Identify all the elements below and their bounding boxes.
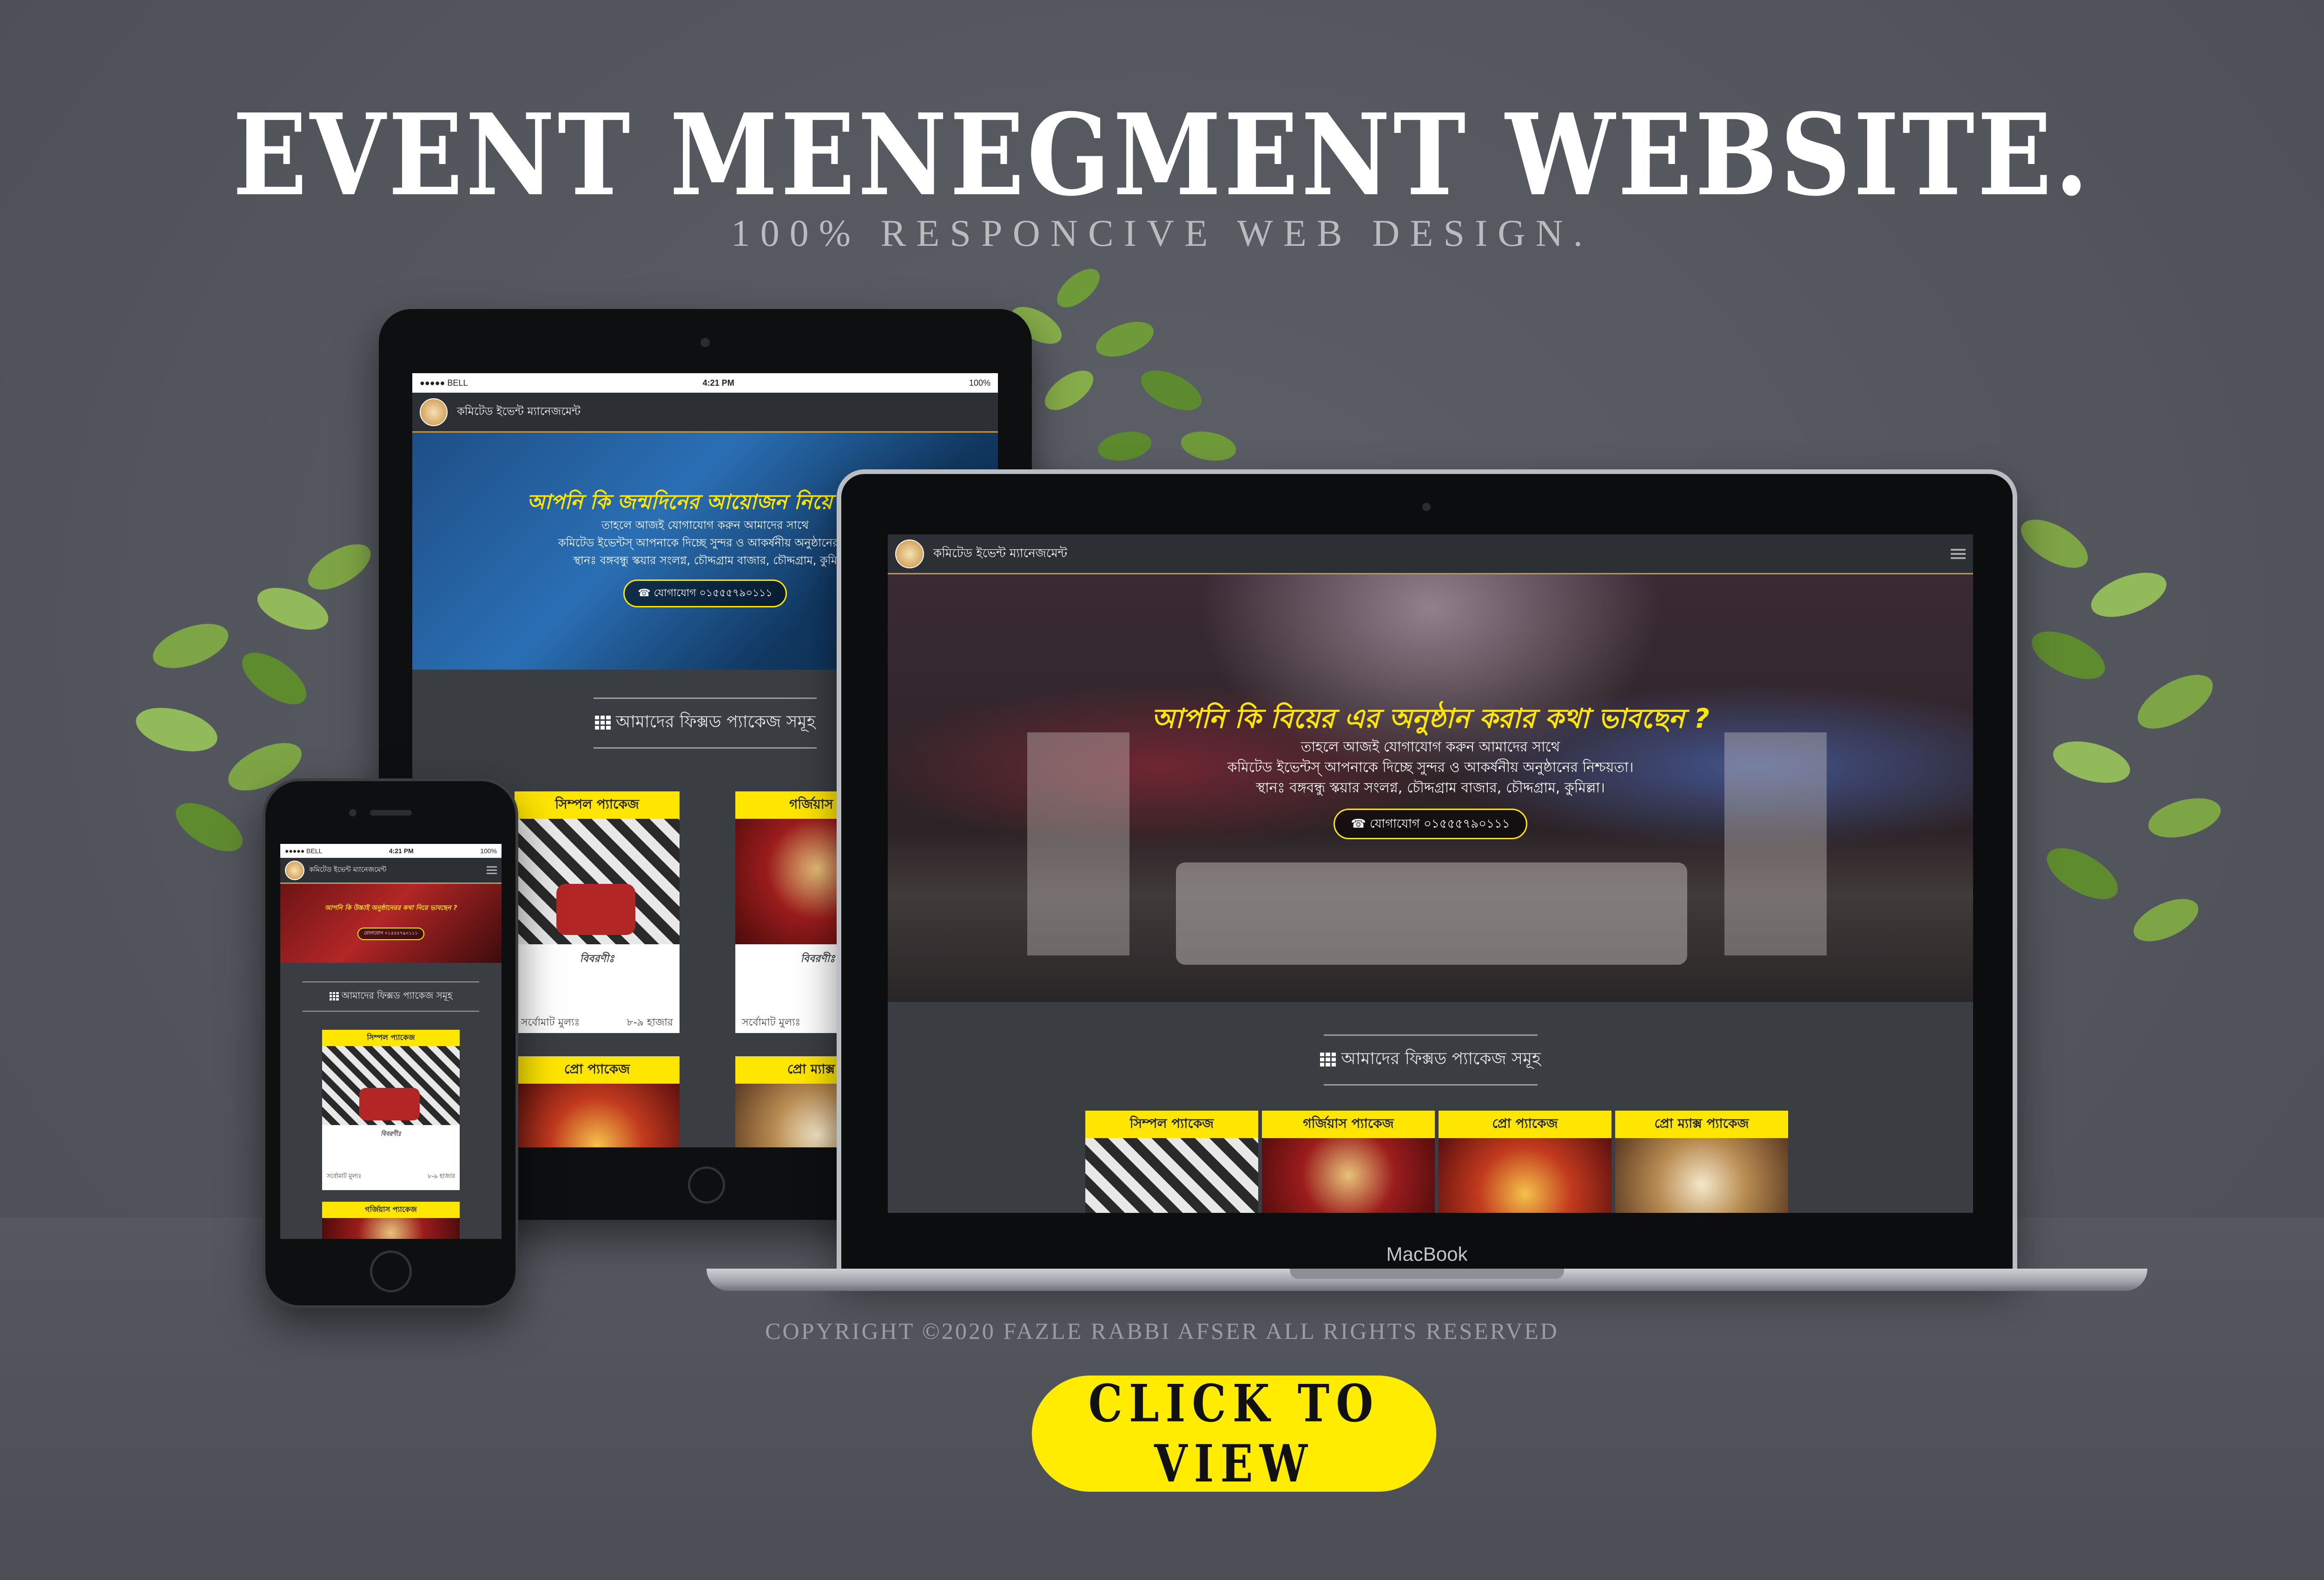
tablet-navbar: কমিটেড ইভেন্ট ম্যানেজমেন্ট (412, 393, 998, 433)
package-card-simple[interactable]: সিম্পল প্যাকেজ বিবরণীঃ সর্বোমাট মুল্যঃ ৮… (322, 1030, 460, 1190)
tablet-carrier: ●●●●● BELL (420, 378, 468, 388)
brand-name[interactable]: কমিটেড ইভেন্ট ম্যানেজমেন্ট (933, 544, 1067, 564)
package-title: সিম্পল প্যাকেজ (1085, 1111, 1258, 1138)
divider-line (1323, 1084, 1538, 1086)
phone-home-button (370, 1251, 412, 1292)
package-image (1439, 1138, 1611, 1213)
package-title: প্রো প্যাকেজ (1439, 1111, 1611, 1138)
tablet-battery: 100% (969, 378, 990, 388)
package-card-simple[interactable]: সিম্পল প্যাকেজ (1085, 1111, 1258, 1213)
package-image (1615, 1138, 1788, 1213)
section-title: আমাদের ফিক্সড প্যাকেজ সমূহ (280, 981, 502, 1012)
price-value: ৮-৯ হাজার (627, 1017, 673, 1028)
tablet-status-bar: ●●●●● BELL 4:21 PM 100% (412, 373, 998, 393)
package-body-label: বিবরণীঃ (381, 1131, 401, 1138)
divider-line (303, 981, 479, 982)
divider-line (1323, 1034, 1538, 1036)
divider-line (594, 698, 817, 699)
section-title-text: আমাদের ফিক্সড প্যাকেজ সমূহ (616, 712, 816, 731)
package-image (515, 819, 680, 944)
hero-line-1: তাহলে আজই যোগাযোগ করুন আমাদের সাথে (1301, 739, 1560, 755)
hero-contact-button[interactable]: যোগাযোগ ০১৫৫৫৭৯০১১১ (357, 928, 424, 940)
price-label: সর্বোমাট মুল্যঃ (327, 1173, 362, 1180)
package-title: গর্জিয়াস প্যাকেজ (1262, 1111, 1435, 1138)
package-image (322, 1218, 460, 1239)
package-title: প্রো প্যাকেজ (515, 1056, 680, 1084)
laptop-brand-label: MacBook (1386, 1243, 1468, 1265)
grid-icon (1320, 1053, 1336, 1066)
hero-contact-label: যোগাযোগ ০১৫৫৫৭৯০১১১ (1370, 817, 1510, 831)
price-label: সর্বোমাট মুল্যঃ (521, 1017, 580, 1028)
package-title: সিম্পল প্যাকেজ (515, 791, 680, 819)
phone-navbar: কমিটেড ইভেন্ট ম্যানেজমেন্ট (280, 858, 502, 884)
page-headline: EVENT MENEGMENT WEBSITE. (232, 89, 2092, 221)
hero-contact-button[interactable]: ☎ যোগাযোগ ০১৫৫৫৭৯০১১১ (623, 579, 787, 607)
laptop-screen: কমিটেড ইভেন্ট ম্যানেজমেন্ট আপনি কি বিয়ে… (888, 534, 1973, 1213)
hero-line-3: স্থানঃ বঙ্গবন্ধু স্কয়ার সংলগ্ন, চৌদ্দগ্… (1256, 780, 1605, 796)
package-card-pro[interactable]: প্রো প্যাকেজ (1439, 1111, 1611, 1213)
phone-status-bar: ●●●●● BELL 4:21 PM 100% (280, 844, 502, 858)
grid-icon (329, 992, 339, 1001)
hero-contact-label: যোগাযোগ ০১৫৫৫৭৯০১১১ (364, 931, 418, 936)
page-subheadline: 100% RESPONCIVE WEB DESIGN. (731, 212, 1593, 254)
phone-screen: ●●●●● BELL 4:21 PM 100% কমিটেড ইভেন্ট ম্… (280, 844, 502, 1239)
laptop-navbar: কমিটেড ইভেন্ট ম্যানেজমেন্ট (888, 534, 1973, 574)
tablet-home-button (688, 1166, 725, 1204)
package-card-pro-max[interactable]: প্রো ম্যাক্স প্যাকেজ (1615, 1111, 1788, 1213)
laptop-notch (1290, 1269, 1564, 1279)
package-image (322, 1046, 460, 1125)
phone-speaker (370, 810, 412, 816)
phone-carrier: ●●●●● BELL (285, 847, 323, 855)
laptop-camera (1422, 503, 1431, 511)
phone-battery: 100% (480, 847, 497, 855)
phone-camera (349, 809, 357, 816)
hero-line-2: কমিটেড ইভেন্টস্ আপনাকে দিচ্ছে সুন্দর ও আ… (1227, 759, 1634, 776)
package-image (1262, 1138, 1435, 1213)
section-title-text: আমাদের ফিক্সড প্যাকেজ সমূহ (1341, 1049, 1541, 1068)
grid-icon (594, 716, 611, 730)
copyright-text: COPYRIGHT ©2020 FAZLE RABBI AFSER ALL RI… (765, 1318, 1559, 1344)
tablet-time: 4:21 PM (702, 378, 734, 388)
package-image (515, 1084, 680, 1147)
package-title: সিম্পল প্যাকেজ (322, 1030, 460, 1046)
package-body-label: বিবরণীঃ (580, 953, 614, 965)
section-title: আমাদের ফিক্সড প্যাকেজ সমূহ (888, 1034, 1973, 1086)
divider-line (594, 747, 817, 749)
click-to-view-label: CLICK TO VIEW (1088, 1373, 1380, 1494)
phone-hero: আপনি কি উচ্চাই অনুষ্ঠানেরর কথা নিয়ে ভাব… (280, 884, 502, 963)
package-card-pro[interactable]: প্রো প্যাকেজ (515, 1056, 680, 1147)
phone-mockup: ●●●●● BELL 4:21 PM 100% কমিটেড ইভেন্ট ম্… (263, 778, 518, 1308)
menu-icon[interactable] (1951, 548, 1966, 559)
package-title: গর্জিয়াস প্যাকেজ (322, 1202, 460, 1218)
package-image (1085, 1138, 1258, 1213)
hero-title: আপনি কি উচ্চাই অনুষ্ঠানেরর কথা নিয়ে ভাব… (324, 904, 457, 912)
hero-contact-button[interactable]: ☎ যোগাযোগ ০১৫৫৫৭৯০১১১ (1334, 809, 1527, 839)
laptop-hero: আপনি কি বিয়ের এর অনুষ্ঠান করার কথা ভাবছ… (888, 574, 1973, 1002)
package-card-gorgeous[interactable]: গর্জিয়াস প্যাকেজ (1262, 1111, 1435, 1213)
divider-line (303, 1011, 479, 1012)
menu-icon[interactable] (487, 866, 497, 874)
brand-logo[interactable] (895, 539, 924, 568)
package-card-gorgeous[interactable]: গর্জিয়াস প্যাকেজ (322, 1202, 460, 1239)
laptop-mockup: কমিটেড ইভেন্ট ম্যানেজমেন্ট আপনি কি বিয়ে… (837, 469, 2017, 1273)
package-title: প্রো ম্যাক্স প্যাকেজ (1615, 1111, 1788, 1138)
hero-title: আপনি কি বিয়ের এর অনুষ্ঠান করার কথা ভাবছ… (1151, 703, 1710, 734)
price-value: ৮-৯ হাজার (428, 1173, 455, 1180)
phone-time: 4:21 PM (389, 847, 414, 855)
brand-logo[interactable] (420, 398, 448, 426)
tablet-camera (700, 338, 710, 347)
brand-name[interactable]: কমিটেড ইভেন্ট ম্যানেজমেন্ট (309, 864, 386, 876)
package-card-simple[interactable]: সিম্পল প্যাকেজ বিবরণীঃ সর্বোমাট মুল্যঃ ৮… (515, 791, 680, 1033)
click-to-view-button[interactable]: CLICK TO VIEW (1032, 1373, 1436, 1494)
brand-logo[interactable] (285, 860, 304, 880)
brand-name[interactable]: কমিটেড ইভেন্ট ম্যানেজমেন্ট (457, 403, 581, 421)
section-title-text: আমাদের ফিক্সড প্যাকেজ সমূহ (341, 990, 453, 1001)
hero-contact-label: যোগাযোগ ০১৫৫৫৭৯০১১১ (654, 587, 772, 599)
